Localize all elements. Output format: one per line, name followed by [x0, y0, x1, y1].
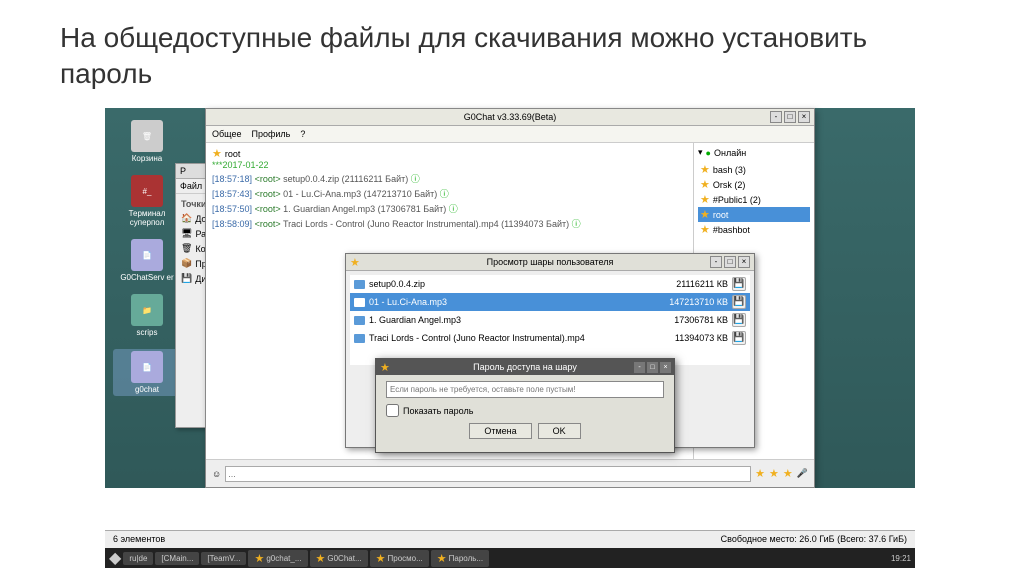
- maximize-icon[interactable]: □: [724, 256, 736, 268]
- chat-titlebar[interactable]: G0Chat v3.33.69(Beta) - □ ×: [206, 109, 814, 126]
- star-icon[interactable]: ★: [769, 467, 779, 480]
- channel-bashbot[interactable]: ★#bashbot: [698, 222, 810, 237]
- smiley-icon[interactable]: ☺: [212, 469, 221, 479]
- taskbar-item[interactable]: ★g0chat_...: [248, 550, 307, 567]
- fm-status-left: 6 элементов: [113, 534, 165, 545]
- chat-root-label: root: [225, 149, 241, 159]
- close-icon[interactable]: ×: [798, 111, 810, 123]
- fm-menu-file[interactable]: Файл: [180, 181, 202, 191]
- log-line: [18:57:50] <root> 1. Guardian Angel.mp3 …: [212, 202, 687, 215]
- desktop-icon-g0chat[interactable]: 📄g0chat: [113, 349, 181, 396]
- desktop-icon-terminal[interactable]: #_Терминал суперпол: [113, 175, 181, 227]
- maximize-icon[interactable]: □: [784, 111, 796, 123]
- chat-input[interactable]: [225, 466, 751, 482]
- desktop-icon-trash[interactable]: 🗑Корзина: [113, 120, 181, 163]
- log-line: [18:57:18] <root> setup0.0.4.zip (211162…: [212, 172, 687, 185]
- chevron-down-icon[interactable]: ▾: [698, 147, 703, 158]
- minimize-icon[interactable]: -: [710, 256, 722, 268]
- share-row[interactable]: 01 - Lu.Ci-Ana.mp3147213710 КВ💾: [350, 293, 750, 311]
- close-icon[interactable]: ×: [738, 256, 750, 268]
- taskbar-item[interactable]: [CMain...: [155, 552, 199, 565]
- ok-button[interactable]: OK: [538, 423, 581, 439]
- close-icon[interactable]: ×: [660, 362, 671, 373]
- taskbar-item[interactable]: [TeamV...: [201, 552, 246, 565]
- taskbar-item[interactable]: ★G0Chat...: [310, 550, 368, 567]
- taskbar-item[interactable]: ★Пароль...: [431, 550, 489, 567]
- log-line: [18:58:09] <root> Traci Lords - Control …: [212, 217, 687, 230]
- share-row[interactable]: Traci Lords - Control (Juno Reactor Inst…: [350, 329, 750, 347]
- share-titlebar[interactable]: ★ Просмотр шары пользователя - □ ×: [346, 254, 754, 271]
- taskbar-lang[interactable]: ru|de: [123, 552, 153, 565]
- save-icon[interactable]: 💾: [732, 277, 746, 291]
- folder-icon: [354, 298, 365, 307]
- desktop-icon-g0chatserver[interactable]: 📄G0ChatServ er: [113, 239, 181, 282]
- save-icon[interactable]: 💾: [732, 331, 746, 345]
- star-icon: ★: [380, 361, 390, 374]
- user-orsk[interactable]: ★Orsk (2): [698, 177, 810, 192]
- start-icon[interactable]: ◆: [109, 548, 121, 568]
- chat-title: G0Chat v3.33.69(Beta): [464, 112, 557, 122]
- log-line: [18:57:43] <root> 01 - Lu.Ci-Ana.mp3 (14…: [212, 187, 687, 200]
- menu-help[interactable]: ?: [300, 129, 305, 139]
- fm-status-right: Свободное место: 26.0 ГиБ (Всего: 37.6 Г…: [721, 534, 907, 545]
- minimize-icon[interactable]: -: [770, 111, 782, 123]
- share-row[interactable]: setup0.0.4.zip21116211 КВ💾: [350, 275, 750, 293]
- folder-icon: [354, 316, 365, 325]
- slide-title: На общедоступные файлы для скачивания мо…: [0, 0, 1024, 103]
- show-password-checkbox[interactable]: [386, 404, 399, 417]
- star-icon: ★: [212, 147, 222, 160]
- taskbar-item[interactable]: ★Просмо...: [370, 550, 429, 567]
- folder-icon: [354, 280, 365, 289]
- password-dialog[interactable]: ★ Пароль доступа на шару - □ × Показать …: [375, 358, 675, 453]
- password-input[interactable]: [386, 381, 664, 398]
- mic-icon[interactable]: 🎤: [797, 468, 808, 479]
- pwd-titlebar[interactable]: ★ Пароль доступа на шару - □ ×: [376, 359, 674, 375]
- pwd-title-text: Пароль доступа на шару: [473, 362, 577, 372]
- chat-date: ***2017-01-22: [212, 160, 687, 170]
- fm-statusbar: 6 элементов Свободное место: 26.0 ГиБ (В…: [105, 530, 915, 548]
- share-file-list: setup0.0.4.zip21116211 КВ💾 01 - Lu.Ci-An…: [350, 275, 750, 365]
- chat-input-bar: ☺ ★ ★ ★ 🎤: [206, 459, 814, 487]
- desktop-icon-scrips[interactable]: 📁scrips: [113, 294, 181, 337]
- desktop-icons: 🗑Корзина #_Терминал суперпол 📄G0ChatServ…: [113, 108, 181, 408]
- share-title: Просмотр шары пользователя: [487, 257, 614, 267]
- user-root[interactable]: ★root: [698, 207, 810, 222]
- star-icon[interactable]: ★: [783, 467, 793, 480]
- cancel-button[interactable]: Отмена: [469, 423, 531, 439]
- status-label: Онлайн: [714, 148, 746, 158]
- star-icon[interactable]: ★: [755, 467, 765, 480]
- taskbar-clock: 19:21: [891, 554, 911, 563]
- save-icon[interactable]: 💾: [732, 295, 746, 309]
- star-icon: ★: [350, 256, 360, 269]
- save-icon[interactable]: 💾: [732, 313, 746, 327]
- share-row[interactable]: 1. Guardian Angel.mp317306781 КВ💾: [350, 311, 750, 329]
- channel-public1[interactable]: ★#Public1 (2): [698, 192, 810, 207]
- taskbar: ◆ ru|de [CMain... [TeamV... ★g0chat_... …: [105, 548, 915, 568]
- menu-profile[interactable]: Профиль: [251, 129, 290, 139]
- folder-icon: [354, 334, 365, 343]
- chat-menubar: Общее Профиль ?: [206, 126, 814, 143]
- desktop-area: 🗑Корзина #_Терминал суперпол 📄G0ChatServ…: [105, 108, 915, 568]
- maximize-icon[interactable]: □: [647, 362, 658, 373]
- user-bash[interactable]: ★bash (3): [698, 162, 810, 177]
- menu-general[interactable]: Общее: [212, 129, 241, 139]
- minimize-icon[interactable]: -: [634, 362, 645, 373]
- show-password-label: Показать пароль: [403, 406, 473, 416]
